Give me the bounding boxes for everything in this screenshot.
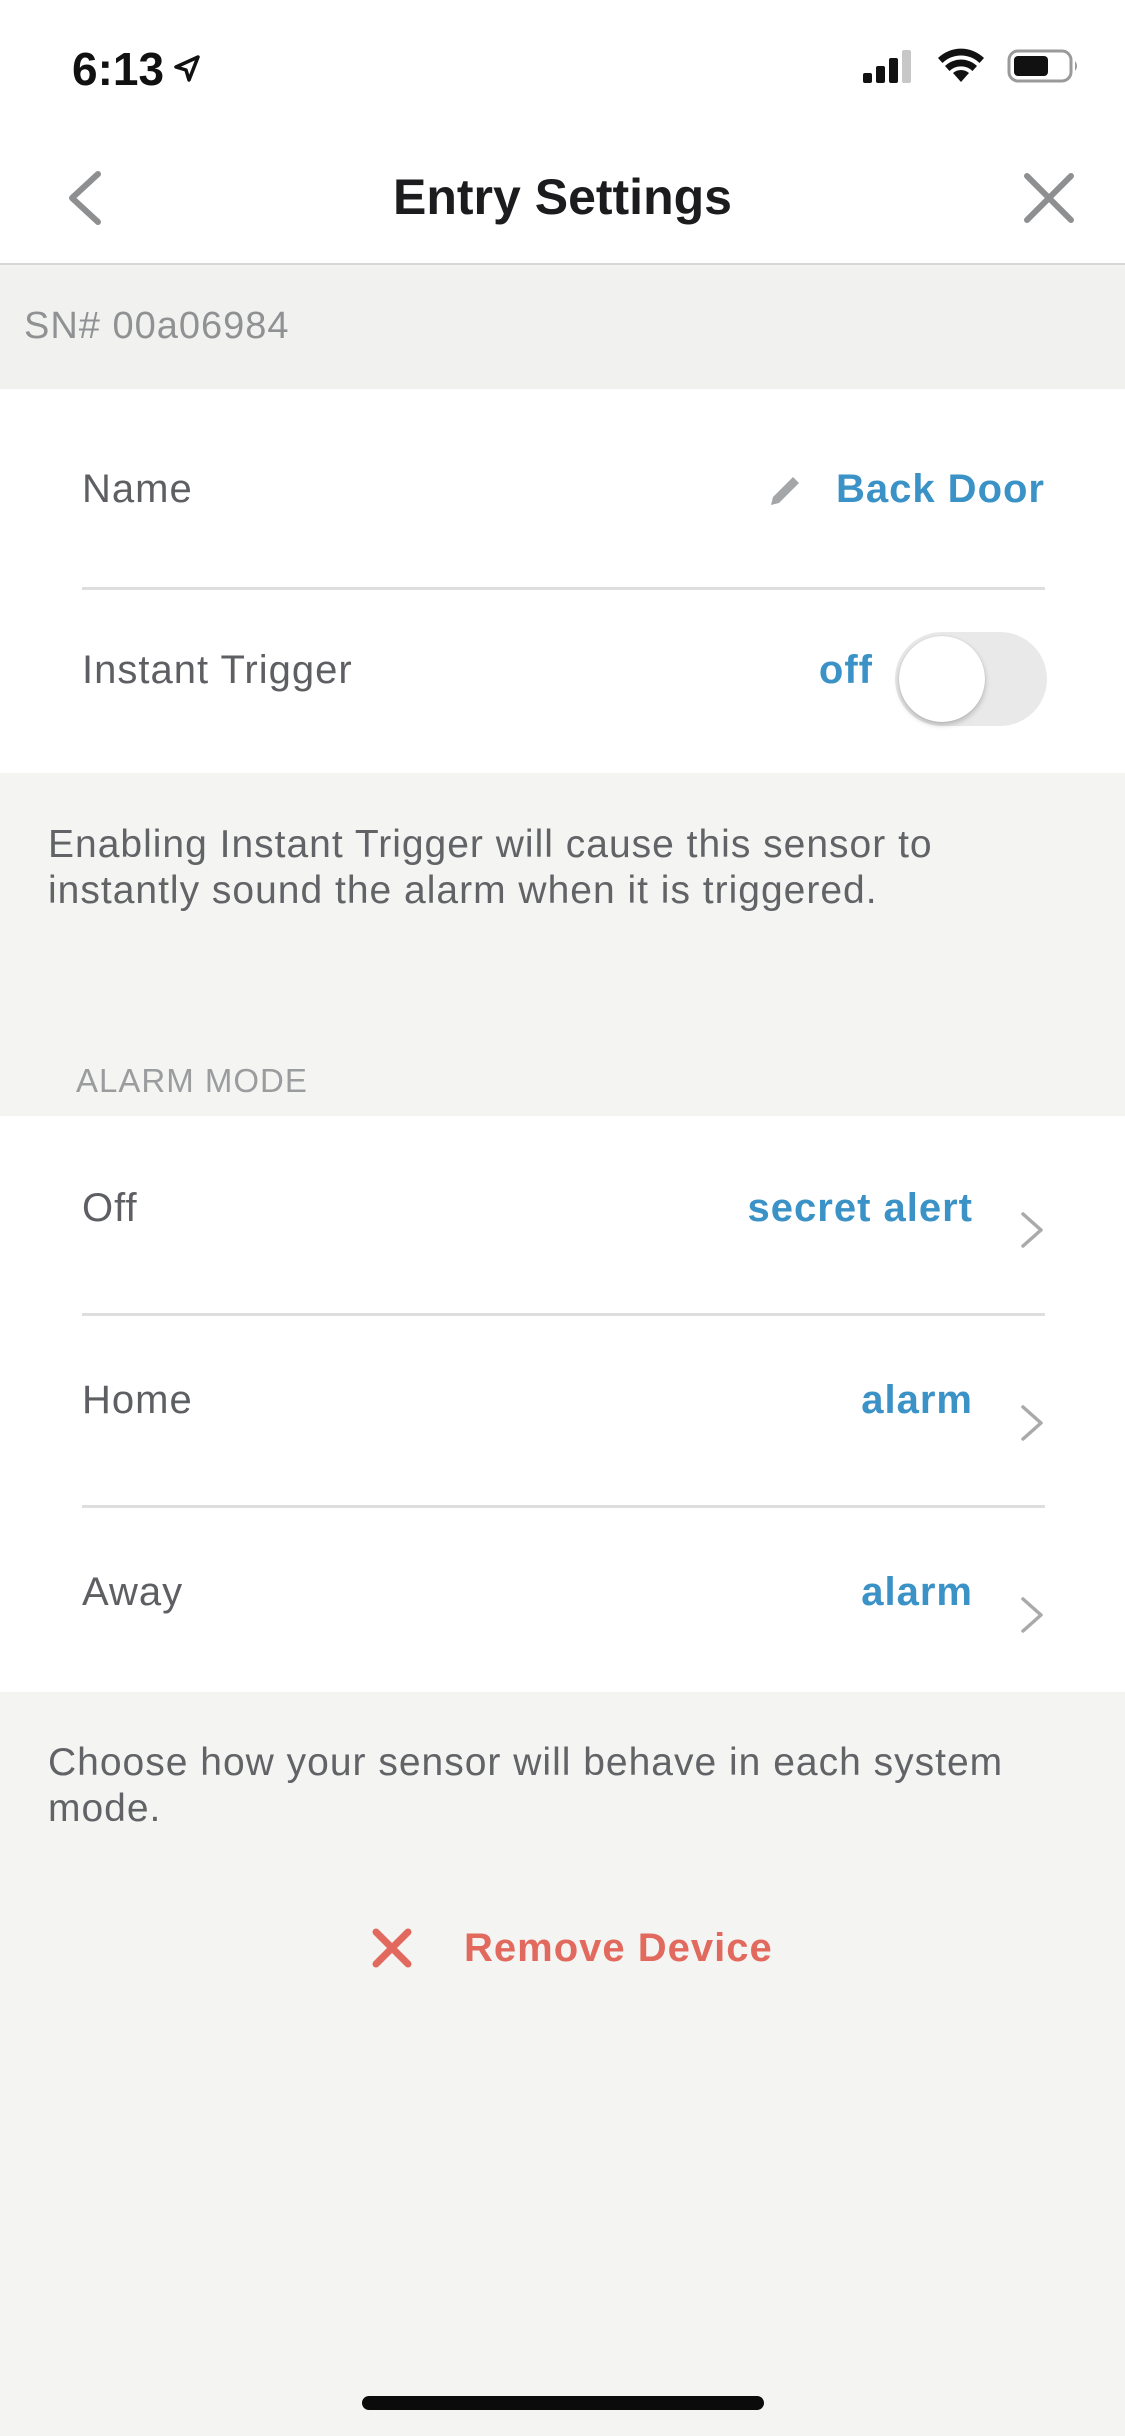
- remove-device-button[interactable]: Remove Device: [370, 1918, 773, 1978]
- settings-card: Name Back Door Instant Trigger off: [0, 389, 1125, 773]
- wifi-icon: [938, 48, 984, 82]
- page-title: Entry Settings: [393, 169, 732, 225]
- home-indicator[interactable]: [362, 2396, 764, 2410]
- alarm-mode-value: secret alert: [747, 1186, 973, 1230]
- status-time: 6:13: [72, 42, 202, 96]
- instant-trigger-note: Enabling Instant Trigger will cause this…: [48, 823, 933, 912]
- name-label: Name: [82, 467, 193, 511]
- chevron-right-icon: [1021, 1212, 1043, 1248]
- remove-x-icon: [372, 1928, 412, 1968]
- alarm-mode-label: Away: [82, 1570, 184, 1614]
- clock-text: 6:13: [72, 43, 165, 95]
- toggle-knob: [899, 636, 985, 722]
- alarm-mode-row-home[interactable]: Home alarm: [82, 1316, 1045, 1504]
- navigation-bar: Entry Settings: [0, 132, 1125, 265]
- cellular-signal-icon: [863, 50, 911, 83]
- battery-icon: [1007, 49, 1077, 83]
- name-value[interactable]: Back Door: [836, 467, 1045, 512]
- instant-trigger-label: Instant Trigger: [82, 648, 353, 692]
- pencil-edit-icon[interactable]: [765, 471, 805, 511]
- alarm-mode-label: Off: [82, 1186, 138, 1230]
- alarm-mode-value: alarm: [861, 1570, 973, 1614]
- chevron-right-icon: [1021, 1597, 1043, 1633]
- alarm-mode-row-away[interactable]: Away alarm: [82, 1508, 1045, 1692]
- serial-number: SN# 00a06984: [24, 305, 290, 347]
- alarm-mode-row-off[interactable]: Off secret alert: [82, 1116, 1045, 1312]
- name-row[interactable]: Name Back Door: [82, 389, 1045, 569]
- status-bar: 6:13: [0, 0, 1125, 132]
- alarm-mode-card: Off secret alert Home alarm Away alarm: [0, 1116, 1125, 1692]
- alarm-mode-value: alarm: [861, 1378, 973, 1422]
- status-icons: [861, 48, 1081, 84]
- alarm-mode-note: Choose how your sensor will behave in ea…: [48, 1741, 1004, 1830]
- alarm-mode-header: ALARM MODE: [76, 1062, 308, 1099]
- alarm-mode-label: Home: [82, 1378, 193, 1422]
- serial-number-section: SN# 00a06984: [0, 267, 1125, 389]
- instant-trigger-state: off: [818, 648, 873, 692]
- close-icon[interactable]: [1021, 170, 1077, 226]
- location-arrow-icon: [174, 55, 200, 82]
- remove-device-label: Remove Device: [464, 1925, 773, 1970]
- instant-trigger-toggle[interactable]: [895, 632, 1047, 726]
- chevron-right-icon: [1021, 1405, 1043, 1441]
